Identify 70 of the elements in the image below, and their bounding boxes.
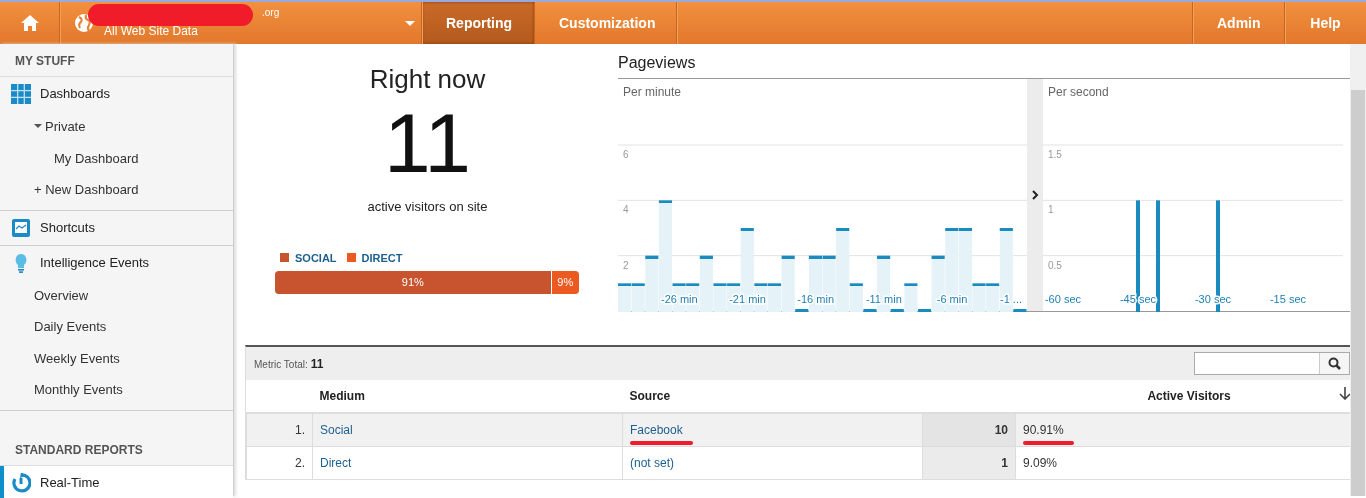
underline-mark [630, 441, 693, 445]
medium-link[interactable]: Direct [320, 456, 352, 470]
table-cell: 90.91% [1023, 423, 1064, 437]
expand-button[interactable] [1031, 190, 1039, 200]
column-header[interactable]: Active Visitors [1147, 387, 1231, 405]
section-heading: MY STUFF [0, 44, 233, 77]
search-field[interactable] [1194, 352, 1350, 375]
sidebar-item[interactable]: Real-Time [0, 465, 233, 498]
underline-mark [1023, 441, 1074, 445]
section-heading: STANDARD REPORTS [0, 432, 233, 466]
home-button[interactable] [19, 13, 40, 33]
tick-label: -6 min [936, 293, 968, 305]
visitor-count: 11 [382, 101, 473, 185]
medium-link[interactable]: Social [320, 423, 353, 437]
bar [618, 283, 632, 312]
chart-title: Per second [1047, 84, 1110, 101]
row-number: 1. [295, 423, 305, 437]
legend-label: DIRECT [361, 250, 403, 266]
caption: active visitors on site [366, 198, 489, 216]
view-name: All Web Site Data [104, 23, 198, 40]
sort-arrow-icon [1338, 387, 1351, 400]
chevron-right-icon [1031, 190, 1039, 200]
tick-label: 1.5 [1048, 149, 1062, 160]
sidebar-subitem[interactable]: Daily Events [0, 311, 233, 343]
caret-icon [405, 21, 415, 26]
account-name: .org [262, 6, 280, 20]
sidebar-item[interactable]: Intelligence Events [0, 245, 233, 280]
metric-value: 11 [310, 356, 324, 371]
tick-label: -26 min [661, 293, 698, 305]
sidebar-subitem[interactable]: My Dashboard [0, 142, 233, 174]
tick-label: -60 sec [1044, 293, 1082, 305]
bar-segment: 91% [275, 271, 552, 294]
chart-window-icon [11, 217, 31, 238]
tick-label: -11 min [865, 293, 902, 305]
tick-label: -16 min [797, 293, 835, 305]
source-link[interactable]: (not set) [630, 456, 674, 470]
tick-label: -1 ... [1000, 293, 1022, 305]
clock-arrow-icon [11, 472, 31, 493]
tick-label: 2 [623, 259, 629, 271]
scrollbar[interactable] [1350, 44, 1366, 496]
tick-label: -21 min [729, 293, 766, 305]
sidebar-item[interactable]: Shortcuts [0, 210, 233, 245]
table-cell: 1 [1001, 456, 1008, 470]
tick-label: 1 [1048, 204, 1054, 216]
sidebar-item[interactable]: Dashboards [0, 77, 233, 111]
metric-label: Metric Total: [254, 358, 308, 370]
row-number: 2. [295, 456, 305, 470]
sidebar-subitem[interactable]: Monthly Events [0, 374, 233, 410]
table-cell: 10 [994, 423, 1008, 437]
source-link[interactable]: Facebook [630, 423, 683, 437]
sidebar-subitem[interactable]: + New Dashboard [0, 174, 233, 210]
home-icon [19, 13, 40, 33]
chart-title: Per minute [622, 84, 683, 101]
sidebar-subitem[interactable]: Overview [0, 279, 233, 311]
tick-label: -15 sec [1269, 293, 1307, 305]
sidebar-subitem[interactable]: Private [0, 111, 233, 143]
caret-icon [34, 122, 42, 131]
panel-title: Right now [368, 63, 487, 96]
scrollbar-thumb[interactable] [1351, 90, 1365, 496]
tick-label: 4 [623, 204, 629, 216]
bar-segment: 9% [551, 271, 579, 294]
tick-label: 0.5 [1048, 259, 1062, 271]
grid-icon [11, 84, 31, 104]
table-cell: 9.09% [1023, 456, 1058, 470]
nav-tab[interactable]: Reporting [422, 2, 535, 44]
search-icon [1328, 357, 1341, 370]
legend-label: SOCIAL [295, 250, 337, 266]
sidebar-subitem[interactable]: Weekly Events [0, 342, 233, 374]
search-button[interactable] [1319, 353, 1349, 374]
tick-label: 6 [623, 149, 629, 160]
